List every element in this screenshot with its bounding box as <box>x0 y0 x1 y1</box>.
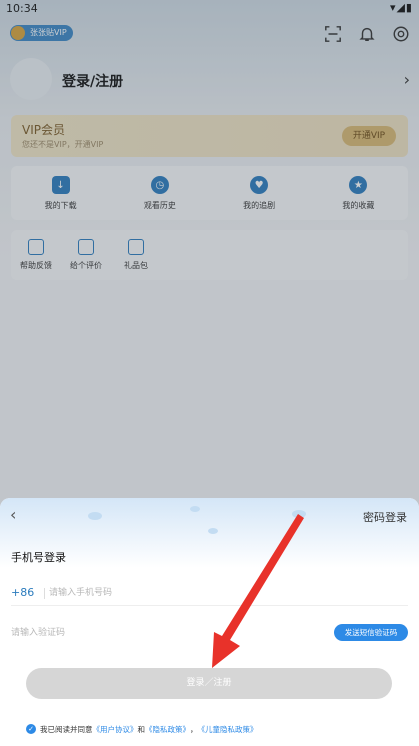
back-chevron-icon[interactable]: ‹ <box>10 506 28 524</box>
sheet-title: 手机号登录 <box>11 551 66 564</box>
annotation-arrow-icon <box>212 514 304 668</box>
password-login-link[interactable]: 密码登录 <box>363 509 407 525</box>
login-register-button[interactable]: 登录／注册 <box>26 668 392 699</box>
agreement-and: 和 <box>137 724 146 734</box>
user-agreement-link[interactable]: 《用户协议》 <box>93 724 138 735</box>
agreement-row: ✓ 我已阅读并同意 《用户协议》 和 《隐私政策》 ， 《儿童隐私政策》 <box>26 723 258 735</box>
privacy-policy-link[interactable]: 《隐私政策》 <box>145 724 190 735</box>
agreement-prefix: 我已阅读并同意 <box>40 724 93 734</box>
child-privacy-policy-link[interactable]: 《儿童隐私政策》 <box>198 724 258 735</box>
agreement-comma: ， <box>190 724 198 734</box>
decor-fish-icon <box>88 512 102 520</box>
decor-fish-icon <box>190 506 200 512</box>
send-sms-code-button[interactable]: 发送短信验证码 <box>334 624 408 641</box>
country-code-selector[interactable]: +86 <box>11 586 34 599</box>
agreement-checkbox[interactable]: ✓ <box>26 724 36 734</box>
divider <box>44 588 45 599</box>
